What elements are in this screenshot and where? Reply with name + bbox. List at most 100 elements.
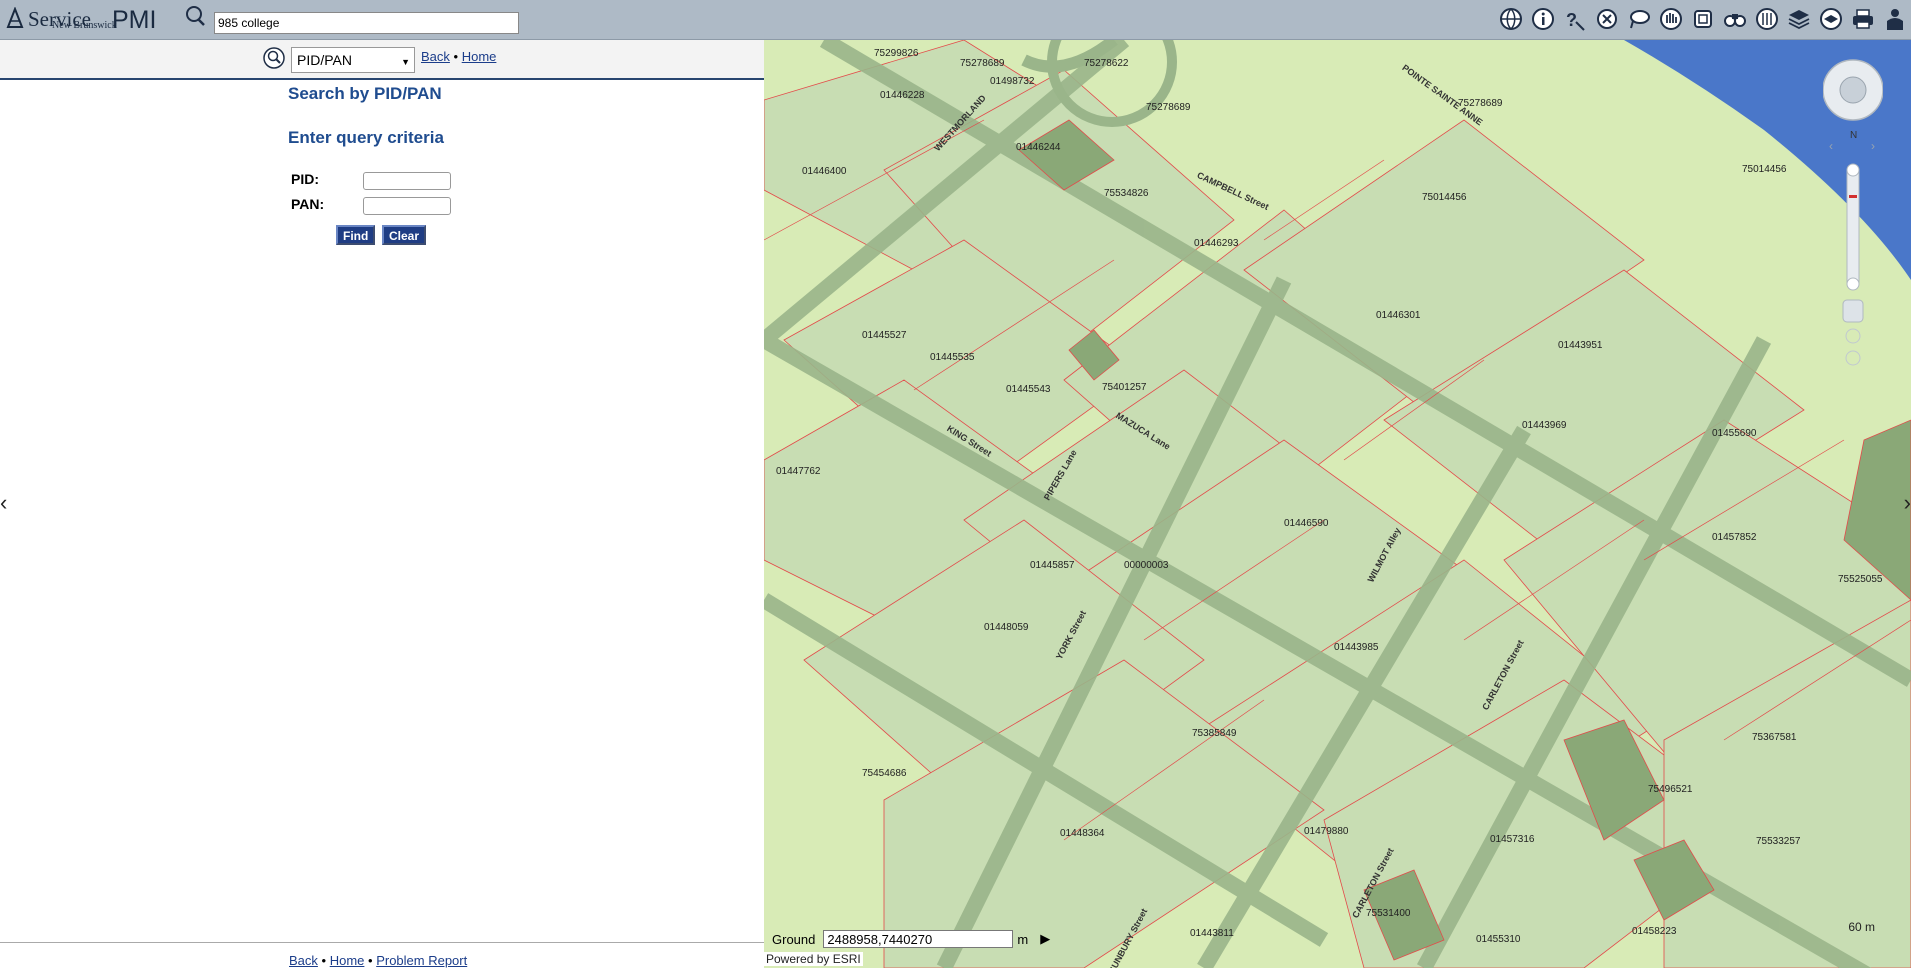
print-icon [1853,9,1873,29]
parcel-label: 75278622 [1084,58,1129,69]
map-navigation-control[interactable]: N ‹ › [1823,54,1883,414]
zoom-in-box-icon[interactable] [1845,328,1861,344]
collapse-panel-icon[interactable]: ‹ [0,490,7,516]
coord-unit: m [1017,931,1029,947]
parcel-label: 75525055 [1838,574,1883,585]
pan-hand-icon[interactable] [1842,299,1864,323]
logo-mark-icon [6,7,24,28]
panel-nav-links: Back • Home [421,49,496,64]
problem-report-link[interactable]: Problem Report [376,953,467,968]
footer-home-link[interactable]: Home [330,953,365,968]
home-link[interactable]: Home [462,49,497,64]
parcel-label: 75531400 [1366,908,1411,919]
print-tool[interactable] [1847,3,1879,35]
extent-tool[interactable] [1687,3,1719,35]
extent-icon [1694,10,1712,28]
parcel-label: 01455310 [1476,934,1521,945]
clear-button[interactable]: Clear [382,225,427,245]
search-icon[interactable] [183,4,207,28]
svg-text:‹: ‹ [1829,139,1833,153]
svg-text:›: › [1871,139,1875,153]
layers-tool[interactable] [1783,3,1815,35]
measure-icon [1756,8,1778,30]
parcel-label: 75401257 [1102,382,1147,393]
parcel-label: 01447762 [776,466,821,477]
search-icon[interactable] [262,46,286,70]
parcel-label: 01443811 [1190,928,1234,939]
coord-label: Ground [772,931,816,947]
parcel-label: 01498732 [990,76,1035,87]
panel-title: Search by PID/PAN [288,84,442,103]
separator: • [368,953,377,968]
basemap-tool[interactable] [1815,3,1847,35]
basemap-icon [1820,8,1842,30]
map-view[interactable]: 75299826 75278689 75278622 01446228 0149… [764,40,1911,968]
info-tool[interactable] [1527,3,1559,35]
separator: • [321,953,330,968]
zoom-slider[interactable] [1846,165,1860,289]
measure-tool[interactable] [1751,3,1783,35]
parcel-label: 01445857 [1030,560,1075,571]
zoom-out-box-icon[interactable] [1845,350,1861,366]
search-type-select[interactable]: PID/PAN ▼ [291,47,415,73]
pan-tool[interactable] [1655,3,1687,35]
parcel-label: 01445527 [862,330,907,341]
collapse-right-icon[interactable]: › [1904,490,1911,516]
parcel-label: 01446590 [1284,518,1329,529]
layers-icon [1788,10,1810,30]
parcel-label: 75385849 [1192,728,1237,739]
info-icon [1532,8,1554,30]
back-link[interactable]: Back [421,49,450,64]
parcel-label: 01443951 [1558,340,1603,351]
binoculars-tool[interactable] [1719,3,1751,35]
parcel-label: 75278689 [1146,102,1191,113]
panel-subtitle: Enter query criteria [288,128,444,147]
parcel-label: 01445535 [930,352,975,363]
close-icon [1597,9,1617,29]
coordinate-bar: Ground m ▶ [772,930,1050,948]
parcel-label: 75367581 [1752,732,1797,743]
parcel-label: 75014456 [1422,192,1467,203]
globe-tool[interactable] [1495,3,1527,35]
footer-back-link[interactable]: Back [289,953,318,968]
app-name: PMI [112,6,157,34]
zoom-out-icon[interactable] [1846,277,1860,291]
separator: • [453,49,462,64]
parcel-label: 01446244 [1016,142,1061,153]
pid-field[interactable] [363,172,451,190]
parcel-label: 75299826 [874,48,919,59]
pan-field[interactable] [363,197,451,215]
parcel-label: 01457316 [1490,834,1535,845]
parcel-label: 01457852 [1712,532,1757,543]
user-icon [1887,9,1903,30]
pid-label: PID: [291,171,319,187]
coord-input[interactable] [823,930,1014,948]
help-icon: ? [1566,10,1585,31]
help-tool[interactable]: ? [1559,3,1591,35]
address-search-input[interactable] [214,12,519,34]
zoom-in-icon[interactable] [1846,163,1860,177]
parcel-label: 01446400 [802,166,847,177]
chevron-down-icon: ▼ [401,57,410,67]
go-arrow-icon[interactable]: ▶ [1040,931,1050,947]
parcel-label: 75496521 [1648,784,1693,795]
panel-header: PID/PAN ▼ Back • Home [0,40,764,80]
footer-divider [0,942,764,943]
parcel-label: 01455690 [1712,428,1757,439]
top-toolbar: Service New Brunswick PMI ? [0,0,1911,40]
user-tool[interactable] [1879,3,1911,35]
zoom-level-marker [1849,195,1857,198]
logo-subtext: New Brunswick [52,20,117,31]
clear-tool[interactable] [1591,3,1623,35]
parcel-label: 75014456 [1742,164,1787,175]
lasso-tool[interactable] [1623,3,1655,35]
find-button[interactable]: Find [336,225,376,245]
parcel-label: 75454686 [862,768,907,779]
pan-label: PAN: [291,196,325,212]
parcel-label: 75534826 [1104,188,1149,199]
parcel-label: 01446301 [1376,310,1421,321]
panel-footer: Back • Home • Problem Report [289,953,467,968]
lasso-icon [1630,10,1650,29]
parcel-label: 00000003 [1124,560,1169,571]
parcel-label: 75533257 [1756,836,1801,847]
